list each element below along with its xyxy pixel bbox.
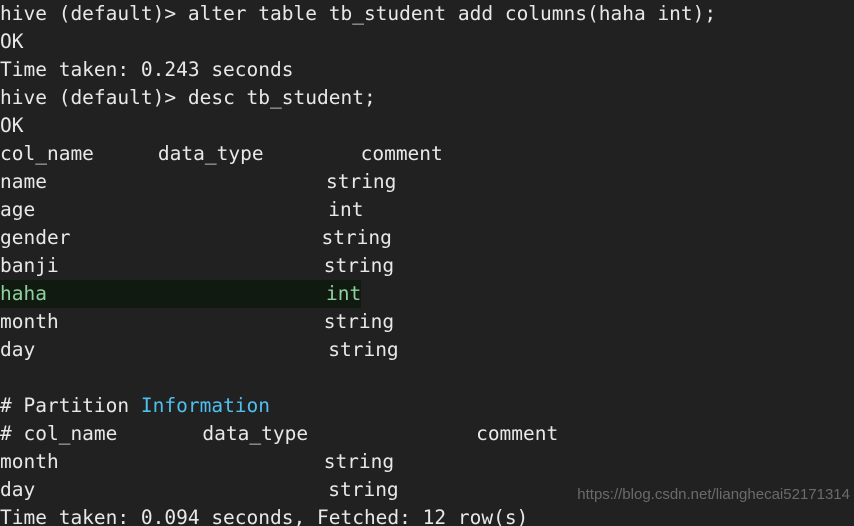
header-col-name: # col_name (0, 422, 118, 445)
cell-col-name: month (0, 450, 59, 473)
terminal-window[interactable]: hive (default)> alter table tb_student a… (0, 0, 854, 526)
hash-marker: # (0, 394, 24, 417)
desc-statement-text: desc tb_student; (187, 86, 376, 109)
table-row: name string (0, 168, 854, 196)
cell-col-name: name (0, 170, 47, 193)
cell-col-name: age (0, 198, 36, 221)
cell-data-type: int (325, 282, 362, 305)
cell-data-type: string (323, 310, 395, 333)
cell-col-name: day (0, 478, 36, 501)
cell-col-name: banji (0, 254, 59, 277)
terminal-line-status-ok-1: OK (0, 28, 854, 56)
cell-data-type: string (321, 226, 392, 249)
cell-data-type: string (325, 170, 397, 193)
table-row: day string (0, 336, 854, 364)
header-data-type: data_type (202, 422, 309, 445)
header-comment: comment (476, 422, 559, 445)
partition-table-header-row: # col_name data_type comment (0, 420, 854, 448)
cell-col-name: month (0, 310, 59, 333)
cell-data-type: string (328, 338, 399, 361)
cell-data-type: int (328, 198, 364, 221)
table-row: gender string (0, 224, 854, 252)
cell-data-type: string (323, 254, 395, 277)
cell-col-name: haha (0, 282, 47, 305)
header-comment: comment (360, 142, 443, 165)
alter-statement-text: alter table tb_student add columns(haha … (187, 2, 717, 25)
table-row-highlighted-new-column: haha int (0, 280, 854, 308)
table-row: month string (0, 308, 854, 336)
header-col-name: col_name (0, 142, 94, 165)
header-data-type: data_type (157, 142, 264, 165)
terminal-line-time-taken-1: Time taken: 0.243 seconds (0, 56, 854, 84)
schema-table-header-row: col_name data_type comment (0, 140, 854, 168)
cell-data-type: string (328, 478, 399, 501)
shell-prompt: hive (default)> (0, 2, 188, 25)
cell-data-type: string (323, 450, 395, 473)
table-row: month string (0, 448, 854, 476)
cell-col-name: day (0, 338, 36, 361)
terminal-line-time-taken-2: Time taken: 0.094 seconds, Fetched: 12 r… (0, 504, 854, 526)
terminal-line-desc-command: hive (default)> desc tb_student; (0, 84, 854, 112)
partition-information-title: # Partition Information (0, 392, 854, 420)
cell-col-name: gender (0, 226, 71, 249)
time-taken-text: Time taken: 0.243 seconds (0, 58, 294, 81)
terminal-line-status-ok-2: OK (0, 112, 854, 140)
table-row: banji string (0, 252, 854, 280)
status-ok-text: OK (0, 30, 24, 53)
status-ok-text: OK (0, 114, 24, 137)
table-row: age int (0, 196, 854, 224)
table-row: day string (0, 476, 854, 504)
time-taken-fetched-text: Time taken: 0.094 seconds, Fetched: 12 r… (0, 506, 529, 526)
terminal-line-alter-command: hive (default)> alter table tb_student a… (0, 0, 854, 28)
partition-word: Partition (23, 394, 141, 417)
shell-prompt: hive (default)> (0, 86, 188, 109)
information-word: Information (140, 394, 271, 417)
